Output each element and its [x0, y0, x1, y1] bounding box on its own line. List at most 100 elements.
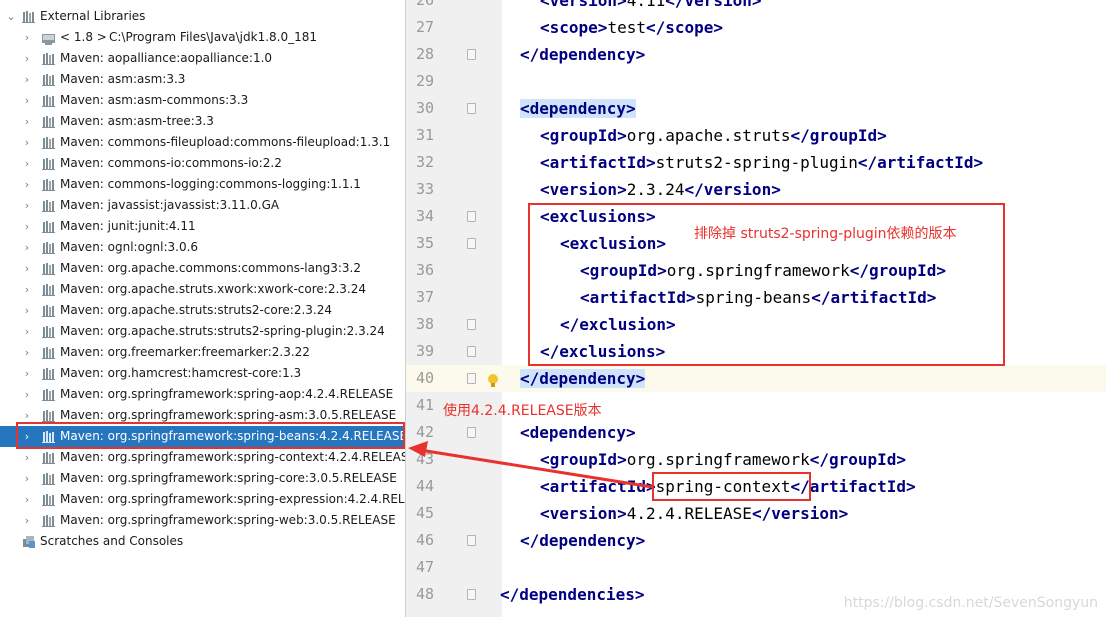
- jdk-icon: [42, 31, 56, 45]
- collapsed-arrow-icon[interactable]: ›: [22, 384, 32, 405]
- tree-item-library[interactable]: › Maven: org.freemarker:freemarker:2.3.22: [0, 342, 405, 363]
- code-line[interactable]: 33 <version>2.3.24</version>: [406, 176, 1106, 203]
- tree-item-library[interactable]: › Maven: org.springframework:spring-expre…: [0, 489, 405, 510]
- xml-tag: </dependency>: [520, 531, 646, 550]
- tree-item-label: Maven: aopalliance:aopalliance:1.0: [60, 51, 273, 65]
- library-icon: [42, 52, 56, 65]
- tree-item-library[interactable]: › Maven: org.apache.commons:commons-lang3…: [0, 258, 405, 279]
- line-number: 47: [415, 558, 434, 576]
- line-number: 39: [415, 342, 434, 360]
- tree-item-library[interactable]: › Maven: commons-io:commons-io:2.2: [0, 153, 405, 174]
- line-number: 45: [415, 504, 434, 522]
- tree-item-library[interactable]: › Maven: org.springframework:spring-conte…: [0, 447, 405, 468]
- tree-item-library[interactable]: › Maven: org.springframework:spring-web:3…: [0, 510, 405, 531]
- collapsed-arrow-icon[interactable]: ›: [22, 447, 32, 468]
- fold-marker-icon[interactable]: [467, 238, 476, 249]
- library-icon: [42, 178, 56, 191]
- tree-item-library[interactable]: › Maven: org.springframework:spring-aop:4…: [0, 384, 405, 405]
- collapsed-arrow-icon[interactable]: ›: [22, 258, 32, 279]
- collapsed-arrow-icon[interactable]: ›: [22, 510, 32, 531]
- fold-marker-icon[interactable]: [467, 103, 476, 114]
- collapsed-arrow-icon[interactable]: ›: [22, 216, 32, 237]
- fold-marker-icon[interactable]: [467, 49, 476, 60]
- line-number: 26: [415, 0, 434, 9]
- code-line[interactable]: 45 <version>4.2.4.RELEASE</version>: [406, 500, 1106, 527]
- collapsed-arrow-icon[interactable]: ›: [22, 48, 32, 69]
- tree-item-label: Maven: commons-fileupload:commons-fileup…: [60, 135, 391, 149]
- collapsed-arrow-icon[interactable]: ›: [22, 489, 32, 510]
- collapsed-arrow-icon[interactable]: ›: [22, 342, 32, 363]
- library-icon: [42, 73, 56, 86]
- tree-item-library[interactable]: › Maven: junit:junit:4.11: [0, 216, 405, 237]
- fold-marker-icon[interactable]: [467, 373, 476, 384]
- tree-item-library[interactable]: › Maven: org.apache.struts.xwork:xwork-co…: [0, 279, 405, 300]
- code-line[interactable]: 31 <groupId>org.apache.struts</groupId>: [406, 122, 1106, 149]
- code-line[interactable]: 29: [406, 68, 1106, 95]
- tree-item-library[interactable]: › Maven: commons-logging:commons-logging:…: [0, 174, 405, 195]
- code-line[interactable]: 27 <scope>test</scope>: [406, 14, 1106, 41]
- spring-beans-highlight-box: [16, 422, 405, 449]
- tree-item-label: Maven: commons-logging:commons-logging:1…: [60, 177, 361, 191]
- code-line[interactable]: 26 <version>4.11</version>: [406, 0, 1106, 14]
- code-line[interactable]: 46 </dependency>: [406, 527, 1106, 554]
- collapsed-arrow-icon[interactable]: ›: [22, 27, 32, 48]
- tree-item-library[interactable]: › Maven: commons-fileupload:commons-fileu…: [0, 132, 405, 153]
- collapsed-arrow-icon[interactable]: ›: [22, 468, 32, 489]
- tree-item-scratches[interactable]: Scratches and Consoles: [0, 531, 405, 552]
- code-line[interactable]: 30 <dependency>: [406, 95, 1106, 122]
- line-number: 48: [415, 585, 434, 603]
- collapsed-arrow-icon[interactable]: ›: [22, 90, 32, 111]
- tree-root-label: External Libraries: [40, 9, 146, 23]
- tree-item-library[interactable]: › Maven: asm:asm:3.3: [0, 69, 405, 90]
- fold-marker-icon[interactable]: [467, 211, 476, 222]
- code-line[interactable]: 47: [406, 554, 1106, 581]
- code-content: <groupId>org.springframework</groupId>: [540, 446, 906, 473]
- collapsed-arrow-icon[interactable]: ›: [22, 363, 32, 384]
- fold-marker-icon[interactable]: [467, 319, 476, 330]
- collapsed-arrow-icon[interactable]: ›: [22, 321, 32, 342]
- collapsed-arrow-icon[interactable]: ›: [22, 279, 32, 300]
- xml-text: struts2-spring-plugin: [655, 153, 858, 172]
- collapsed-arrow-icon[interactable]: ›: [22, 153, 32, 174]
- xml-tag: </version>: [684, 180, 781, 199]
- tree-item-library[interactable]: › < 1.8 > C:\Program Files\Java\jdk1.8.0_1…: [0, 27, 405, 48]
- code-line[interactable]: 40 </dependency>: [406, 365, 1106, 392]
- tree-item-library[interactable]: › Maven: org.hamcrest:hamcrest-core:1.3: [0, 363, 405, 384]
- code-content: <dependency>: [520, 95, 636, 122]
- fold-marker-icon[interactable]: [467, 535, 476, 546]
- fold-marker-icon[interactable]: [467, 346, 476, 357]
- collapsed-arrow-icon[interactable]: ›: [22, 174, 32, 195]
- expanded-arrow-icon[interactable]: ⌄: [6, 6, 16, 27]
- tree-item-library[interactable]: › Maven: org.apache.struts:struts2-spring…: [0, 321, 405, 342]
- xml-tag: <artifactId>: [540, 153, 656, 172]
- library-icon: [42, 136, 56, 149]
- collapsed-arrow-icon[interactable]: ›: [22, 111, 32, 132]
- tree-item-library[interactable]: › Maven: asm:asm-tree:3.3: [0, 111, 405, 132]
- collapsed-arrow-icon[interactable]: ›: [22, 237, 32, 258]
- code-line[interactable]: 32 <artifactId>struts2-spring-plugin</art…: [406, 149, 1106, 176]
- xml-tag: <artifactId>: [540, 477, 656, 496]
- spring-context-highlight-box: [652, 472, 811, 501]
- xml-tag: </version>: [665, 0, 762, 10]
- tree-item-label: Maven: javassist:javassist:3.11.0.GA: [60, 198, 280, 212]
- tree-item-library[interactable]: › Maven: aopalliance:aopalliance:1.0: [0, 48, 405, 69]
- tree-root-external-libraries[interactable]: ⌄ External Libraries: [0, 6, 405, 27]
- tree-item-label: Maven: org.springframework:spring-web:3.…: [60, 513, 396, 527]
- fold-marker-icon[interactable]: [467, 427, 476, 438]
- code-line[interactable]: 43 <groupId>org.springframework</groupId>: [406, 446, 1106, 473]
- code-line[interactable]: 28 </dependency>: [406, 41, 1106, 68]
- tree-item-library[interactable]: › Maven: ognl:ognl:3.0.6: [0, 237, 405, 258]
- fold-marker-icon[interactable]: [467, 589, 476, 600]
- collapsed-arrow-icon[interactable]: ›: [22, 300, 32, 321]
- collapsed-arrow-icon[interactable]: ›: [22, 195, 32, 216]
- tree-item-library[interactable]: › Maven: asm:asm-commons:3.3: [0, 90, 405, 111]
- code-line[interactable]: 42 <dependency>: [406, 419, 1106, 446]
- tree-item-library[interactable]: › Maven: javassist:javassist:3.11.0.GA: [0, 195, 405, 216]
- xml-tag: </version>: [751, 504, 849, 523]
- collapsed-arrow-icon[interactable]: ›: [22, 69, 32, 90]
- collapsed-arrow-icon[interactable]: ›: [22, 132, 32, 153]
- intention-bulb-icon[interactable]: [486, 370, 500, 387]
- tree-item-library[interactable]: › Maven: org.springframework:spring-core:…: [0, 468, 405, 489]
- tree-item-label: Maven: commons-io:commons-io:2.2: [60, 156, 282, 170]
- tree-item-library[interactable]: › Maven: org.apache.struts:struts2-core:2…: [0, 300, 405, 321]
